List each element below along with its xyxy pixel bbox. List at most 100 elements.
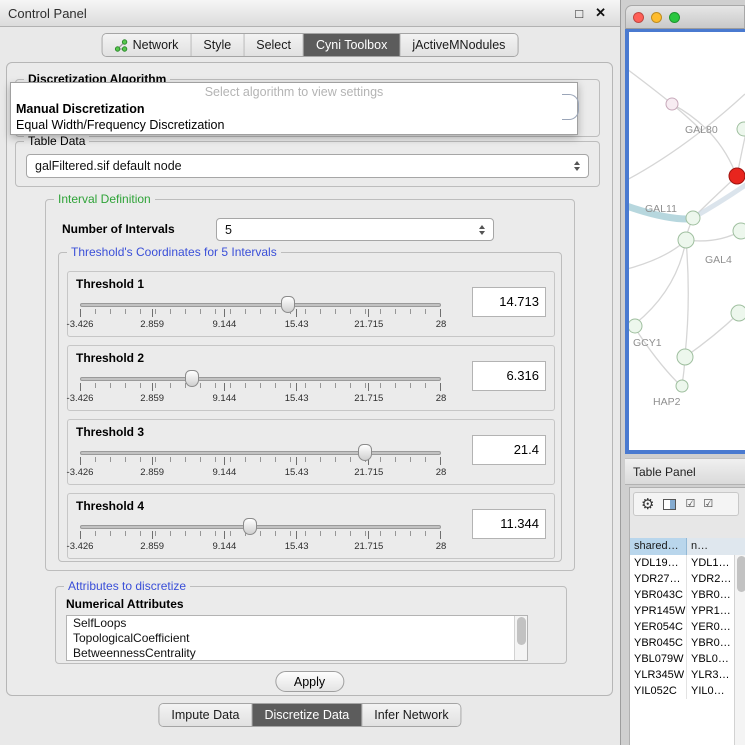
thresholds-group: Threshold's Coordinates for 5 Intervals … [58, 252, 562, 562]
gear-icon[interactable]: ⚙ [641, 497, 654, 512]
list-item[interactable]: BetweennessCentrality [67, 646, 527, 661]
network-node[interactable] [737, 122, 745, 136]
traffic-close-icon[interactable] [633, 12, 644, 23]
network-canvas[interactable]: GAL80 GAL11 GAL4 GCY1 HAP2 [629, 32, 745, 450]
selected-network-node[interactable] [729, 168, 745, 184]
traffic-zoom-icon[interactable] [669, 12, 680, 23]
table-data-select[interactable]: galFiltered.sif default node [26, 154, 589, 178]
table-scrollbar[interactable] [734, 555, 745, 745]
tab-cyni-toolbox[interactable]: Cyni Toolbox [304, 34, 400, 56]
close-icon[interactable]: ✕ [595, 5, 606, 21]
tab-impute-data[interactable]: Impute Data [159, 704, 252, 726]
float-window-icon[interactable]: □ [575, 6, 583, 21]
tick-label: 9.144 [213, 467, 237, 478]
tab-infer-network[interactable]: Infer Network [362, 704, 460, 726]
network-node[interactable] [677, 349, 693, 365]
tick-label: 15.43 [285, 467, 309, 478]
num-intervals-select[interactable]: 5 [216, 218, 494, 241]
table-panel: ⚙ ☑ ☑ shared… n… YDL19…YDL1… YDR27…YDR2…… [629, 487, 745, 745]
tick-label: 9.144 [213, 393, 237, 404]
network-node[interactable] [733, 223, 745, 239]
threshold-4-value-field[interactable]: 11.344 [472, 509, 546, 539]
threshold-2-panel: Threshold 2 6.316 -3.426 2.859 9.144 15.… [67, 345, 555, 411]
slider-scale: -3.426 2.859 9.144 15.43 21.715 28 [80, 467, 441, 479]
network-node[interactable] [676, 380, 688, 392]
tab-style[interactable]: Style [191, 34, 244, 56]
threshold-2-value-field[interactable]: 6.316 [472, 361, 546, 391]
tab-jactivemodules[interactable]: jActiveMNodules [400, 34, 517, 56]
tab-network[interactable]: Network [103, 34, 192, 56]
threshold-1-value-field[interactable]: 14.713 [472, 287, 546, 317]
stepper-icon [476, 225, 488, 235]
threshold-2-slider[interactable]: -3.426 2.859 9.144 15.43 21.715 28 [80, 374, 441, 408]
network-node[interactable] [678, 232, 694, 248]
checkbox-icon[interactable]: ☑ [703, 499, 712, 510]
node-label: GAL4 [705, 254, 732, 266]
tick-label: 2.859 [140, 541, 164, 552]
list-item[interactable]: TopologicalCoefficient [67, 631, 527, 646]
column-header-name[interactable]: n… [687, 538, 745, 555]
table-row[interactable]: YDR27…YDR2… [630, 571, 745, 587]
tick-label: 15.43 [285, 319, 309, 330]
scrollbar-thumb[interactable] [517, 617, 526, 645]
threshold-4-panel: Threshold 4 11.344 -3.426 2.859 9.144 15… [67, 493, 555, 559]
threshold-4-slider[interactable]: -3.426 2.859 9.144 15.43 21.715 28 [80, 522, 441, 556]
dropdown-option-equal-width[interactable]: Equal Width/Frequency Discretization [11, 117, 577, 133]
stepper-icon [571, 161, 583, 171]
table-row[interactable]: YBL079WYBL0… [630, 651, 745, 667]
threshold-3-slider[interactable]: -3.426 2.859 9.144 15.43 21.715 28 [80, 448, 441, 482]
dropdown-option-manual[interactable]: Manual Discretization [11, 101, 577, 117]
threshold-label: Threshold 4 [76, 499, 144, 513]
columns-icon[interactable] [663, 499, 676, 510]
slider-ticks [80, 531, 442, 539]
tab-label: jActiveMNodules [412, 38, 505, 52]
tick-label: 2.859 [140, 393, 164, 404]
threshold-1-slider[interactable]: -3.426 2.859 9.144 15.43 21.715 28 [80, 300, 441, 334]
scrollbar-thumb[interactable] [737, 556, 745, 592]
numerical-attributes-label: Numerical Attributes [66, 597, 184, 611]
network-node[interactable] [629, 319, 642, 333]
tab-select[interactable]: Select [244, 34, 304, 56]
network-node[interactable] [686, 211, 700, 225]
network-node[interactable] [731, 305, 745, 321]
tab-discretize-data[interactable]: Discretize Data [253, 704, 363, 726]
table-row[interactable]: YLR345WYLR3… [630, 667, 745, 683]
checkbox-icon[interactable]: ☑ [685, 499, 694, 510]
table-row[interactable]: YBR045CYBR0… [630, 635, 745, 651]
tick-label: 2.859 [140, 319, 164, 330]
list-scrollbar[interactable] [514, 616, 527, 660]
slider-thumb[interactable] [358, 444, 372, 461]
table-row[interactable]: YIL052CYIL0… [630, 683, 745, 699]
table-row[interactable]: YDL19…YDL1… [630, 555, 745, 571]
slider-thumb[interactable] [243, 518, 257, 535]
network-window-titlebar[interactable] [625, 5, 745, 29]
traffic-minimize-icon[interactable] [651, 12, 662, 23]
list-item[interactable]: SelfLoops [67, 616, 527, 631]
tick-label: 28 [436, 541, 447, 552]
threshold-3-value-field[interactable]: 21.4 [472, 435, 546, 465]
column-header-shared-name[interactable]: shared… [630, 538, 687, 555]
table-row[interactable]: YBR043CYBR0… [630, 587, 745, 603]
slider-track[interactable] [80, 377, 441, 381]
network-node[interactable] [666, 98, 678, 110]
slider-track[interactable] [80, 525, 441, 529]
slider-track[interactable] [80, 303, 441, 307]
numerical-attributes-list[interactable]: SelfLoops TopologicalCoefficient Between… [66, 615, 528, 661]
slider-thumb[interactable] [281, 296, 295, 313]
network-icon [115, 39, 128, 52]
table-row[interactable]: YPR145WYPR1… [630, 603, 745, 619]
network-canvas-frame: GAL80 GAL11 GAL4 GCY1 HAP2 [625, 29, 745, 454]
tab-label: Discretize Data [265, 708, 350, 722]
tick-label: 15.43 [285, 541, 309, 552]
threshold-3-panel: Threshold 3 21.4 -3.426 2.859 9.144 15.4… [67, 419, 555, 485]
table-row[interactable]: YER054CYER0… [630, 619, 745, 635]
application-root: Control Panel □ ✕ Network Style Select C… [0, 0, 745, 745]
node-label: GCY1 [633, 337, 662, 349]
algorithm-dropdown-popup: Select algorithm to view settings Manual… [10, 82, 578, 135]
slider-track[interactable] [80, 451, 441, 455]
cyni-mode-tab-bar: Impute Data Discretize Data Infer Networ… [158, 703, 461, 727]
slider-thumb[interactable] [185, 370, 199, 387]
tab-label: Cyni Toolbox [316, 38, 387, 52]
node-label: HAP2 [653, 396, 681, 408]
apply-button[interactable]: Apply [275, 671, 344, 692]
